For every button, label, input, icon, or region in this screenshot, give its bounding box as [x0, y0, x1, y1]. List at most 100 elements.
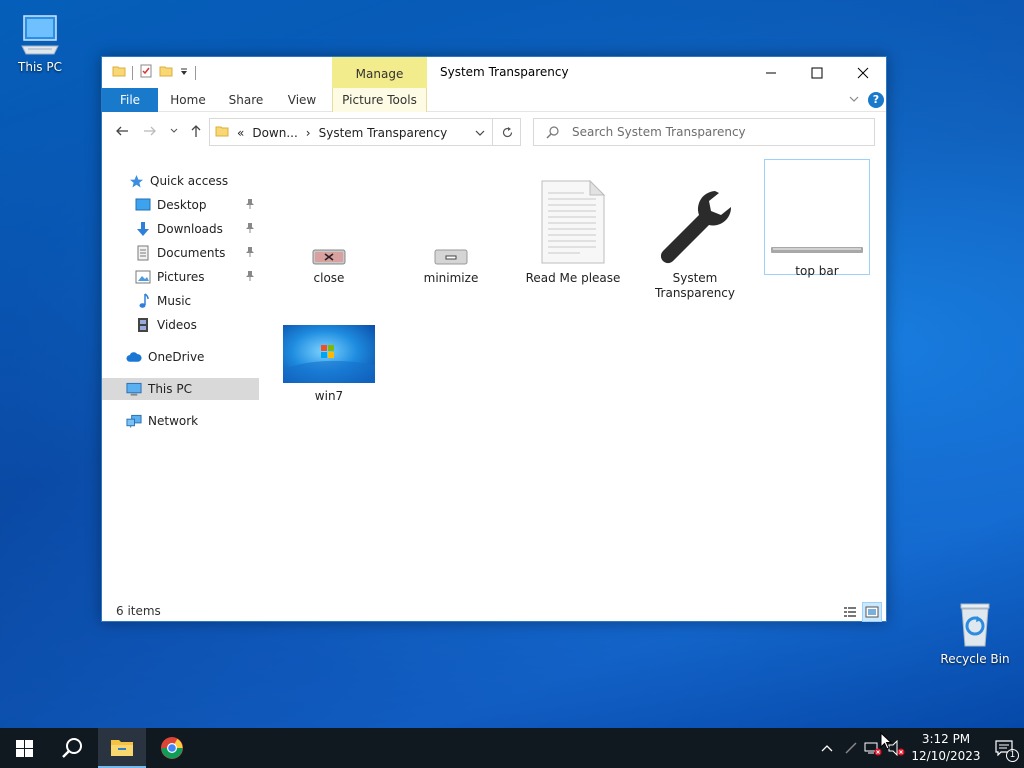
desktop-icon-this-pc[interactable]: This PC	[0, 10, 80, 74]
file-item-top-bar[interactable]: top bar	[764, 159, 870, 278]
sidebar-item-music[interactable]: Music	[102, 290, 259, 312]
details-view-icon	[844, 607, 856, 617]
sidebar-item-downloads[interactable]: Downloads	[102, 218, 259, 240]
arrow-up-icon	[191, 125, 201, 137]
win7-wallpaper-icon	[276, 287, 382, 383]
chevron-up-icon	[821, 745, 833, 752]
mouse-cursor-icon	[880, 731, 893, 753]
sidebar-item-desktop[interactable]: Desktop	[102, 194, 259, 216]
forward-button[interactable]	[140, 121, 160, 141]
search-button[interactable]	[48, 728, 96, 768]
recent-locations-button[interactable]	[164, 121, 184, 141]
file-item-minimize[interactable]: minimize	[398, 167, 504, 286]
breadcrumb: « Down... › System Transparency	[215, 124, 447, 141]
item-count: 6 items	[116, 604, 161, 618]
breadcrumb-item-current[interactable]: System Transparency	[319, 126, 448, 140]
sidebar-item-network[interactable]: Network	[102, 410, 259, 432]
folder-icon	[215, 124, 229, 141]
search-box[interactable]	[533, 118, 875, 146]
desktop-icon-recycle-bin[interactable]: Recycle Bin	[935, 602, 1015, 666]
clock-time: 3:12 PM	[921, 732, 971, 746]
sidebar-item-onedrive[interactable]: OneDrive	[102, 346, 259, 368]
text-document-icon	[520, 167, 626, 265]
breadcrumb-item-downloads[interactable]: Down...	[252, 126, 297, 140]
minimize-icon	[766, 72, 776, 73]
start-button[interactable]	[0, 728, 48, 768]
computer-icon	[126, 381, 142, 397]
sidebar-item-label: Music	[157, 294, 192, 308]
breadcrumb-overflow[interactable]: «	[237, 126, 244, 140]
maximize-button[interactable]	[794, 57, 840, 88]
minimize-image-icon	[398, 167, 504, 265]
pin-icon[interactable]	[245, 270, 255, 285]
window-title: System Transparency	[440, 65, 569, 79]
sidebar-item-label: OneDrive	[148, 350, 205, 364]
taskbar-file-explorer[interactable]	[98, 728, 146, 768]
minimize-button[interactable]	[748, 57, 794, 88]
tab-home[interactable]: Home	[164, 88, 212, 112]
recycle-bin-icon	[935, 602, 1015, 648]
tab-file[interactable]: File	[102, 88, 158, 112]
chrome-icon	[161, 737, 183, 759]
file-name: win7	[314, 389, 344, 403]
desktop-icon-label: This PC	[18, 60, 62, 74]
maximize-icon	[811, 67, 823, 78]
refresh-button[interactable]	[492, 119, 521, 145]
large-icons-view-button[interactable]	[862, 602, 882, 622]
sidebar-item-documents[interactable]: Documents	[102, 242, 259, 264]
close-icon	[857, 67, 869, 78]
clock-date: 12/10/2023	[911, 749, 981, 763]
address-bar[interactable]: « Down... › System Transparency	[209, 118, 521, 146]
pin-icon[interactable]	[245, 222, 255, 237]
navigation-pane: Quick access Desktop Downloads Documents	[102, 167, 259, 587]
address-history-dropdown[interactable]	[470, 125, 490, 141]
clock[interactable]: 3:12 PM 12/10/2023	[908, 728, 984, 768]
sidebar-item-label: Videos	[157, 318, 197, 332]
properties-icon[interactable]	[139, 64, 153, 81]
view-switcher	[840, 602, 882, 622]
file-name: System Transparency	[654, 271, 736, 300]
arrow-right-icon	[144, 126, 156, 136]
file-name: top bar	[795, 264, 839, 278]
sidebar-item-videos[interactable]: Videos	[102, 314, 259, 336]
search-input[interactable]	[572, 123, 862, 141]
tab-share[interactable]: Share	[224, 88, 268, 112]
details-view-button[interactable]	[840, 602, 860, 622]
file-item-system-transparency[interactable]: System Transparency	[642, 167, 748, 301]
up-button[interactable]	[186, 121, 206, 141]
sidebar-item-quick-access[interactable]: Quick access	[102, 170, 259, 192]
file-item-win7[interactable]: win7	[276, 287, 382, 404]
title-bar[interactable]: Manage System Transparency	[102, 57, 886, 88]
pin-icon[interactable]	[245, 246, 255, 261]
tab-picture-tools[interactable]: Picture Tools	[332, 88, 427, 112]
sidebar-item-this-pc[interactable]: This PC	[102, 378, 259, 400]
refresh-icon	[502, 126, 512, 137]
film-icon	[135, 317, 151, 333]
tray-tool-icon[interactable]	[840, 728, 862, 768]
file-name: minimize	[423, 271, 479, 285]
search-icon	[62, 738, 82, 758]
breadcrumb-separator[interactable]: ›	[306, 126, 311, 140]
manage-context-header: Manage	[332, 57, 427, 88]
expand-ribbon-button[interactable]	[848, 93, 860, 108]
large-icons-view-icon	[865, 606, 879, 618]
file-list: close minimize Read Me please System Tra…	[270, 157, 882, 597]
help-button[interactable]: ?	[868, 92, 884, 108]
top-bar-image-icon	[765, 160, 869, 258]
back-button[interactable]	[112, 121, 132, 141]
customize-toolbar-dropdown-icon[interactable]	[179, 66, 189, 80]
action-center-button[interactable]: 1	[984, 728, 1024, 768]
music-note-icon	[135, 293, 151, 309]
show-hidden-icons-button[interactable]	[814, 728, 840, 768]
window-controls	[748, 57, 886, 88]
computer-icon	[0, 10, 80, 56]
quick-access-toolbar	[112, 64, 196, 81]
file-item-read-me-please[interactable]: Read Me please	[520, 167, 626, 286]
pin-icon[interactable]	[245, 198, 255, 213]
file-item-close[interactable]: close	[276, 167, 382, 286]
sidebar-item-pictures[interactable]: Pictures	[102, 266, 259, 288]
taskbar-chrome[interactable]	[148, 728, 196, 768]
close-button[interactable]	[840, 57, 886, 88]
tab-view[interactable]: View	[282, 88, 322, 112]
new-folder-icon[interactable]	[159, 64, 173, 81]
